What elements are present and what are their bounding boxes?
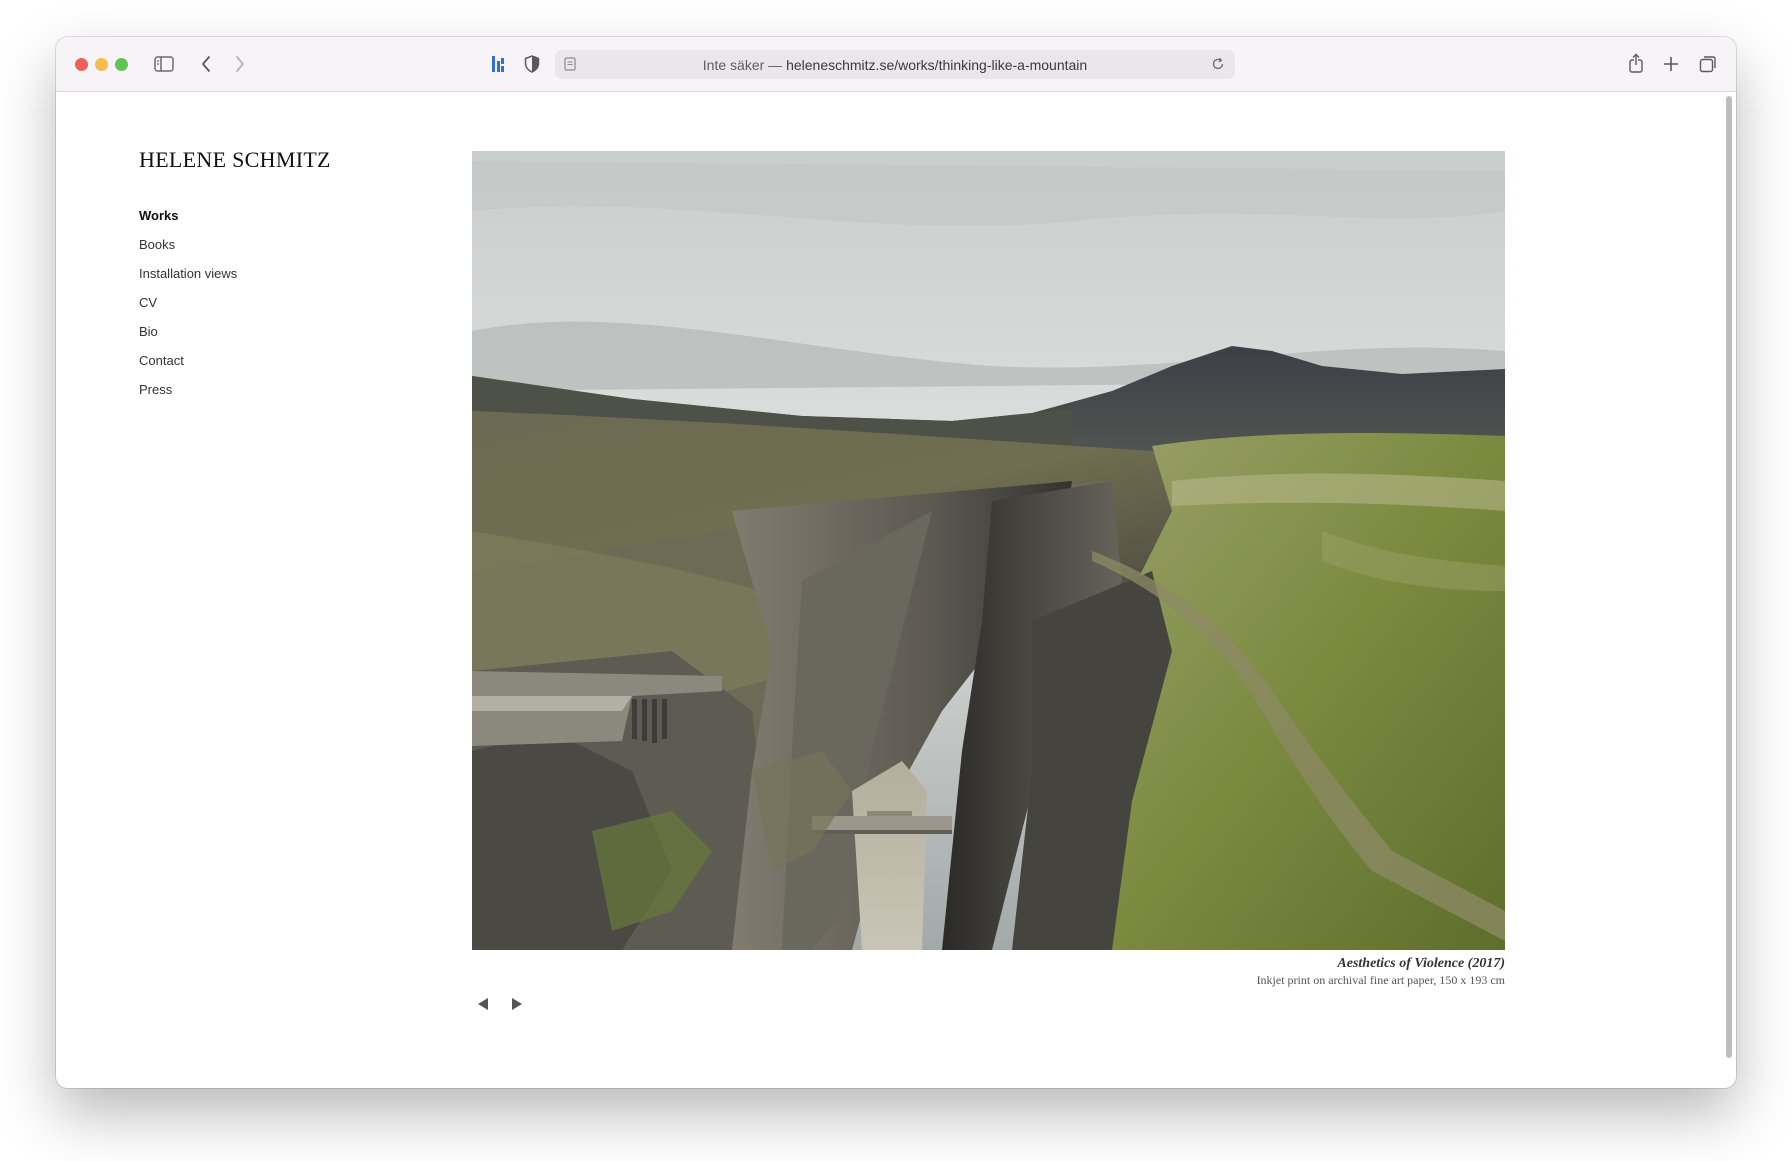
artwork-description: Inkjet print on archival fine art paper,… [1256, 973, 1505, 987]
zoom-window-button[interactable] [115, 58, 128, 71]
prev-artwork-button[interactable] [473, 994, 493, 1014]
site-title[interactable]: HELENE SCHMITZ [139, 147, 331, 173]
url-address: heleneschmitz.se/works/thinking-like-a-m… [786, 57, 1088, 73]
nav-item-installation-views[interactable]: Installation views [139, 266, 237, 295]
main-nav: Works Books Installation views CV Bio Co… [139, 208, 237, 411]
browser-window: Inte säker — heleneschmitz.se/works/thin… [56, 37, 1736, 1088]
url-security-prefix: Inte säker — [702, 57, 787, 73]
nav-item-contact[interactable]: Contact [139, 353, 237, 382]
next-artwork-button[interactable] [507, 994, 527, 1014]
artwork-photo [472, 151, 1505, 950]
url-text: Inte säker — heleneschmitz.se/works/thin… [555, 57, 1235, 73]
nav-item-cv[interactable]: CV [139, 295, 237, 324]
minimize-window-button[interactable] [95, 58, 108, 71]
close-window-button[interactable] [75, 58, 88, 71]
scrollbar[interactable] [1726, 96, 1732, 1058]
nav-item-works[interactable]: Works [139, 208, 237, 237]
nav-item-press[interactable]: Press [139, 382, 237, 411]
nav-item-books[interactable]: Books [139, 237, 237, 266]
share-icon[interactable] [1624, 51, 1648, 75]
triangle-left-icon [478, 998, 488, 1010]
artwork-title: Aesthetics of Violence (2017) [1337, 956, 1505, 971]
triangle-right-icon [512, 998, 522, 1010]
extension-icon[interactable] [486, 52, 510, 76]
shield-icon[interactable] [520, 52, 544, 76]
browser-toolbar: Inte säker — heleneschmitz.se/works/thin… [56, 37, 1736, 92]
address-bar[interactable]: Inte säker — heleneschmitz.se/works/thin… [555, 50, 1235, 79]
artwork-caption: Aesthetics of Violence (2017) Inkjet pri… [1257, 956, 1505, 988]
page-content: HELENE SCHMITZ Works Books Installation … [56, 92, 1736, 1088]
nav-item-bio[interactable]: Bio [139, 324, 237, 353]
chevron-right-icon[interactable] [228, 52, 252, 76]
chevron-left-icon[interactable] [194, 52, 218, 76]
reload-icon[interactable] [1209, 55, 1227, 73]
sidebar-icon[interactable] [152, 52, 176, 76]
plus-icon[interactable] [1659, 52, 1683, 76]
tabs-overview-icon[interactable] [1696, 52, 1720, 76]
